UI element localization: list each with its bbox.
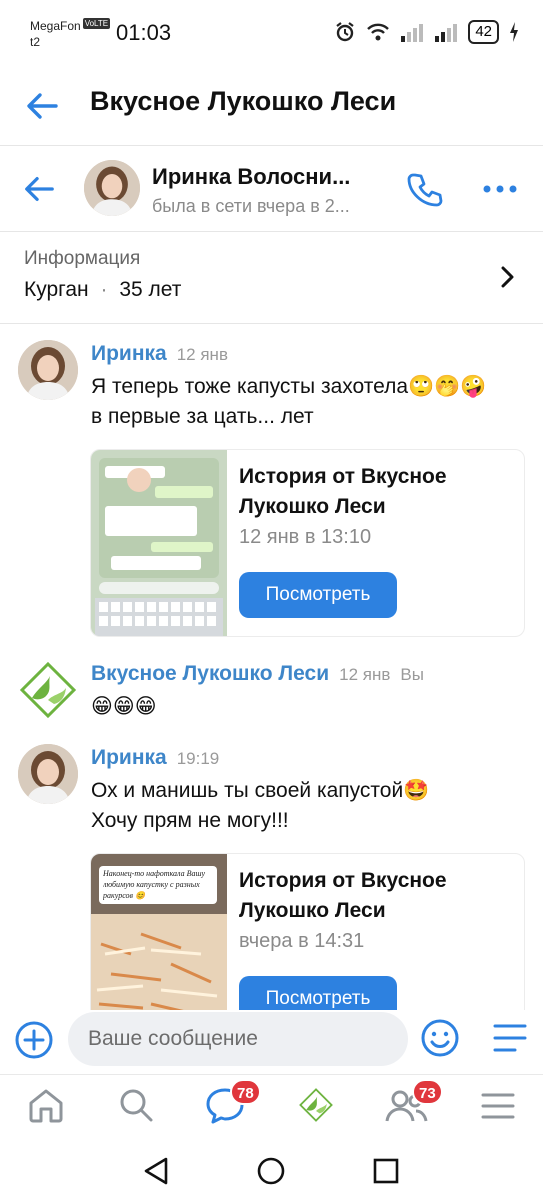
message-line: в первые за цать... лет: [91, 405, 314, 428]
author-name: Вкусное Лукошко Леси: [91, 662, 330, 685]
contact-info-row[interactable]: Информация Курган · 35 лет: [0, 232, 543, 324]
alarm-icon: [336, 22, 354, 42]
message-line: 😁😁😁: [91, 695, 157, 718]
status-icons: 42: [334, 20, 519, 44]
more-options-icon[interactable]: [482, 184, 518, 194]
info-label: Информация: [24, 248, 141, 269]
message-input[interactable]: [68, 1012, 408, 1066]
message-line: Я теперь тоже капусты захотела🙄🤭🤪: [91, 375, 487, 398]
message-list[interactable]: Иринка 12 янв Я теперь тоже капусты захот…: [0, 324, 543, 1010]
message-item: Иринка 12 янв Я теперь тоже капусты захот…: [0, 324, 543, 644]
message-item: Иринка 19:19 Ох и манишь ты своей капусто…: [0, 728, 543, 1010]
volte-badge: VoLTE: [82, 18, 111, 29]
nav-home-circle-icon[interactable]: [256, 1156, 286, 1186]
bottom-tab-bar: 78 73: [0, 1074, 543, 1142]
page-title: Вкусное Лукошко Леси: [90, 86, 397, 116]
home-icon[interactable]: [26, 1085, 66, 1125]
story-title: История от Вкусное Лукошко Леси: [239, 465, 447, 518]
message-item: Вкусное Лукошко Леси 12 янв Вы 😁😁😁: [0, 644, 543, 734]
phone-call-icon[interactable]: [406, 170, 444, 208]
charging-icon: [510, 22, 518, 42]
nav-back-triangle-icon[interactable]: [142, 1156, 170, 1186]
info-separator: ·: [100, 278, 108, 301]
carrier-name-2: t2: [30, 35, 41, 49]
story-thumbnail-caption: Наконец-то нафоткала Вашу любимую капуст…: [103, 869, 206, 900]
messages-unread-badge: 78: [230, 1079, 261, 1105]
story-thumbnail[interactable]: [91, 450, 227, 637]
basket-logo-icon: [18, 660, 78, 720]
menu-lines-icon[interactable]: [492, 1022, 528, 1054]
chevron-right-icon: [501, 266, 514, 288]
status-bar: MegaFon VoLTE t2 01:03 42: [0, 0, 543, 70]
tab-community[interactable]: [298, 1087, 334, 1123]
info-city: Курган: [24, 278, 89, 301]
status-time: 01:03: [116, 20, 172, 45]
author-name: Иринка: [91, 342, 167, 365]
community-logo-icon: [299, 1088, 333, 1122]
message-line: Хочу прям не могу!!!: [91, 809, 289, 832]
signal-icon-2: [435, 24, 458, 42]
message-text: 😁😁😁: [91, 692, 511, 722]
message-text: Ох и манишь ты своей капустой🤩 Хочу прям…: [91, 776, 511, 836]
sender-avatar[interactable]: [18, 340, 78, 400]
friends-badge: 73: [412, 1079, 443, 1105]
app-header: Вкусное Лукошко Леси: [0, 70, 543, 146]
system-navigation-bar: [0, 1142, 543, 1200]
carrier-info: MegaFon VoLTE t2: [30, 18, 111, 50]
contact-name[interactable]: Иринка Волосни...: [152, 164, 392, 190]
sender-avatar[interactable]: [18, 744, 78, 804]
carrier-name: MegaFon: [30, 19, 81, 33]
message-time: 19:19: [176, 749, 220, 768]
hamburger-menu-icon[interactable]: [480, 1091, 516, 1121]
nav-recents-square-icon[interactable]: [372, 1156, 400, 1186]
view-story-button[interactable]: Посмотреть: [239, 572, 397, 618]
story-title: История от Вкусное Лукошко Леси: [239, 869, 447, 922]
wifi-icon: [367, 23, 390, 41]
signal-icon: [401, 24, 424, 42]
chat-back-arrow-icon[interactable]: [22, 172, 56, 206]
message-author[interactable]: Вкусное Лукошко Леси 12 янв Вы: [91, 662, 424, 686]
story-card[interactable]: Наконец-то нафоткала Вашу любимую капуст…: [90, 853, 525, 1010]
group-logo-avatar[interactable]: [18, 660, 78, 720]
message-text: Я теперь тоже капусты захотела🙄🤭🤪 в перв…: [91, 372, 511, 432]
message-line: Ох и манишь ты своей капустой🤩: [91, 779, 430, 802]
attach-plus-icon[interactable]: [14, 1020, 54, 1060]
tab-friends[interactable]: 73: [384, 1079, 454, 1133]
back-arrow-icon[interactable]: [24, 88, 60, 124]
you-label: Вы: [400, 665, 424, 684]
emoji-icon[interactable]: [420, 1018, 460, 1058]
message-author[interactable]: Иринка 19:19: [91, 746, 219, 770]
search-icon[interactable]: [116, 1085, 156, 1125]
view-story-button[interactable]: Посмотреть: [239, 976, 397, 1010]
chat-header: Иринка Волосни... была в сети вчера в 2.…: [0, 146, 543, 232]
story-card[interactable]: История от Вкусное Лукошко Леси 12 янв в…: [90, 449, 525, 637]
story-date: 12 янв в 13:10: [239, 526, 372, 548]
story-date: вчера в 14:31: [239, 930, 365, 952]
author-name: Иринка: [91, 746, 167, 769]
info-value: Курган · 35 лет: [24, 278, 181, 302]
contact-last-seen: была в сети вчера в 2...: [152, 196, 350, 216]
message-author[interactable]: Иринка 12 янв: [91, 342, 228, 366]
contact-avatar[interactable]: [84, 160, 140, 216]
message-time: 12 янв: [339, 665, 391, 684]
tab-messages[interactable]: 78: [204, 1079, 274, 1133]
message-composer: [0, 1010, 543, 1074]
info-age: 35 лет: [119, 278, 182, 301]
message-time: 12 янв: [176, 345, 228, 364]
battery-level: 42: [468, 20, 499, 44]
